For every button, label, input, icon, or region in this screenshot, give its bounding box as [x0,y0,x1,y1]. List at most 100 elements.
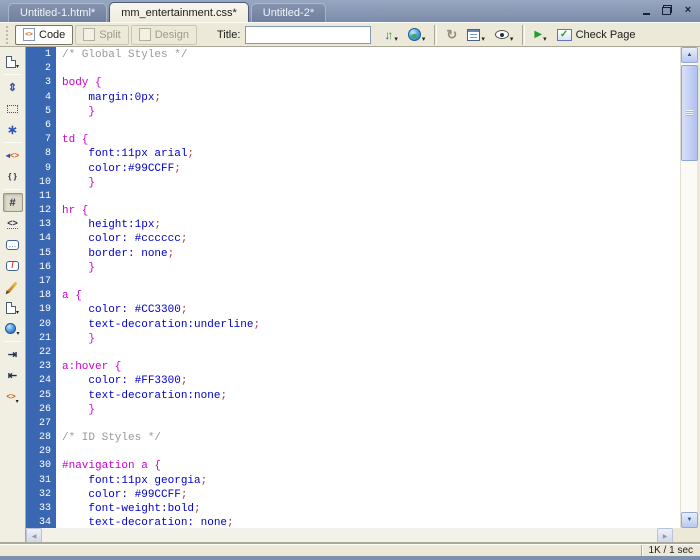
code-line[interactable]: } [62,262,680,276]
code-editor[interactable]: /* Global Styles */body { margin:0px; }t… [56,47,680,528]
toolbar-icon-buttons: ↓↑▾▾↻▾▾▶▾ [379,25,551,45]
code-line[interactable]: color:#99CCFF; [62,163,680,177]
code-line[interactable]: color: #cccccc; [62,233,680,247]
code-line[interactable]: margin:0px; [62,92,680,106]
outdent-code-icon[interactable]: ⇤ [3,366,23,385]
scroll-left-icon[interactable]: ◀ [26,528,42,544]
tab-untitled-1[interactable]: Untitled-1.html* [8,3,107,22]
split-view-button[interactable]: Split [75,25,128,45]
move-or-convert-css-icon[interactable]: ▾ [3,319,23,338]
code-line[interactable]: text-decoration:underline; [62,319,680,333]
code-line[interactable]: /* ID Styles */ [62,432,680,446]
vertical-scrollbar[interactable]: ▲ ▼ [680,47,697,528]
code-line[interactable]: text-decoration: none; [62,517,680,528]
scroll-right-icon[interactable]: ▶ [657,528,673,544]
line-number: 10 [26,177,56,191]
code-line[interactable]: /* Global Styles */ [62,49,680,63]
refresh-icon[interactable]: ↻ [441,25,462,45]
scroll-down-icon[interactable]: ▼ [681,512,698,528]
split-view-label: Split [99,29,120,41]
code-line[interactable]: #navigation a { [62,460,680,474]
remove-comment-icon[interactable]: / [3,256,23,275]
toolbar-separator [434,25,437,45]
code-line[interactable]: hr { [62,205,680,219]
check-page-button[interactable]: ✓ Check Page [552,25,641,45]
code-view-icon: <> [23,28,35,41]
restore-icon[interactable] [661,4,673,16]
code-line[interactable] [62,63,680,77]
code-line[interactable]: } [62,106,680,120]
code-line[interactable]: font-weight:bold; [62,503,680,517]
line-number: 5 [26,106,56,120]
code-line[interactable] [62,418,680,432]
balance-braces-icon[interactable]: { } [3,167,23,186]
line-number: 14 [26,233,56,247]
format-source-code-icon[interactable]: <>▾ [3,387,23,406]
line-number: 23 [26,361,56,375]
code-line[interactable] [62,191,680,205]
code-line[interactable]: color: #FF3300; [62,375,680,389]
toolbar-separator [522,25,525,45]
line-number: 33 [26,503,56,517]
status-bar: 1K / 1 sec [0,544,700,556]
code-line[interactable]: td { [62,134,680,148]
toolbar-separator [3,341,22,342]
line-number: 28 [26,432,56,446]
code-line[interactable] [62,120,680,134]
code-line[interactable]: border: none; [62,248,680,262]
indent-code-icon[interactable]: ⇥ [3,345,23,364]
line-number: 22 [26,347,56,361]
vertical-scrollbar-thumb[interactable] [681,65,698,161]
file-management-icon[interactable]: ↓↑▾ [379,25,403,45]
line-number: 20 [26,319,56,333]
tab-untitled-2[interactable]: Untitled-2* [251,3,326,22]
tab-mm-entertainment-css[interactable]: mm_entertainment.css* [109,2,249,22]
code-line[interactable]: color: #CC3300; [62,304,680,318]
view-options-icon[interactable]: ▾ [462,25,490,45]
select-parent-tag-icon[interactable]: ◂<> [3,146,23,165]
code-line[interactable]: font:11px arial; [62,148,680,162]
minimize-icon[interactable] [640,4,652,16]
collapse-full-tag-icon[interactable]: ⇕ [3,78,23,97]
preview-in-browser-icon[interactable]: ▾ [403,25,431,45]
horizontal-scrollbar[interactable]: ◀ ▶ [26,528,673,544]
code-line[interactable]: } [62,404,680,418]
recent-snippets-icon[interactable]: ▾ [3,298,23,317]
code-line[interactable]: text-decoration:none; [62,390,680,404]
split-view-icon [83,28,95,41]
line-number: 1 [26,49,56,63]
code-line[interactable]: a { [62,290,680,304]
collapse-selection-icon[interactable] [3,99,23,118]
open-documents-icon[interactable]: ▾ [3,52,23,71]
code-line[interactable]: height:1px; [62,219,680,233]
close-icon[interactable]: × [682,4,694,16]
toolbar-separator [3,142,22,143]
code-line[interactable]: } [62,177,680,191]
title-input[interactable] [245,26,371,44]
design-view-label: Design [155,29,189,41]
code-line[interactable] [62,446,680,460]
highlight-invalid-code-icon[interactable]: <> [3,214,23,233]
code-view-button[interactable]: <> Code [15,25,73,45]
wrap-tag-icon[interactable] [3,277,23,296]
design-view-button[interactable]: Design [131,25,197,45]
code-line[interactable]: a:hover { [62,361,680,375]
code-line[interactable] [62,276,680,290]
code-line[interactable]: color: #99CCFF; [62,489,680,503]
line-numbers-icon[interactable]: # [3,193,23,212]
line-number-gutter: 1234567891011121314151617181920212223242… [26,47,56,528]
code-line[interactable]: } [62,333,680,347]
toolbar-grip[interactable] [5,25,9,45]
validate-markup-icon[interactable]: ▶▾ [529,25,551,45]
line-number: 7 [26,134,56,148]
visual-aids-icon[interactable]: ▾ [490,25,519,45]
scrollbar-corner [673,528,700,544]
apply-comment-icon[interactable]: … [3,235,23,254]
line-number: 6 [26,120,56,134]
code-line[interactable]: body { [62,77,680,91]
code-line[interactable]: font:11px georgia; [62,475,680,489]
scroll-up-icon[interactable]: ▲ [681,47,698,63]
expand-all-icon[interactable]: ∗ [3,120,23,139]
code-line[interactable] [62,347,680,361]
document-tabs: Untitled-1.html* mm_entertainment.css* U… [8,0,328,22]
